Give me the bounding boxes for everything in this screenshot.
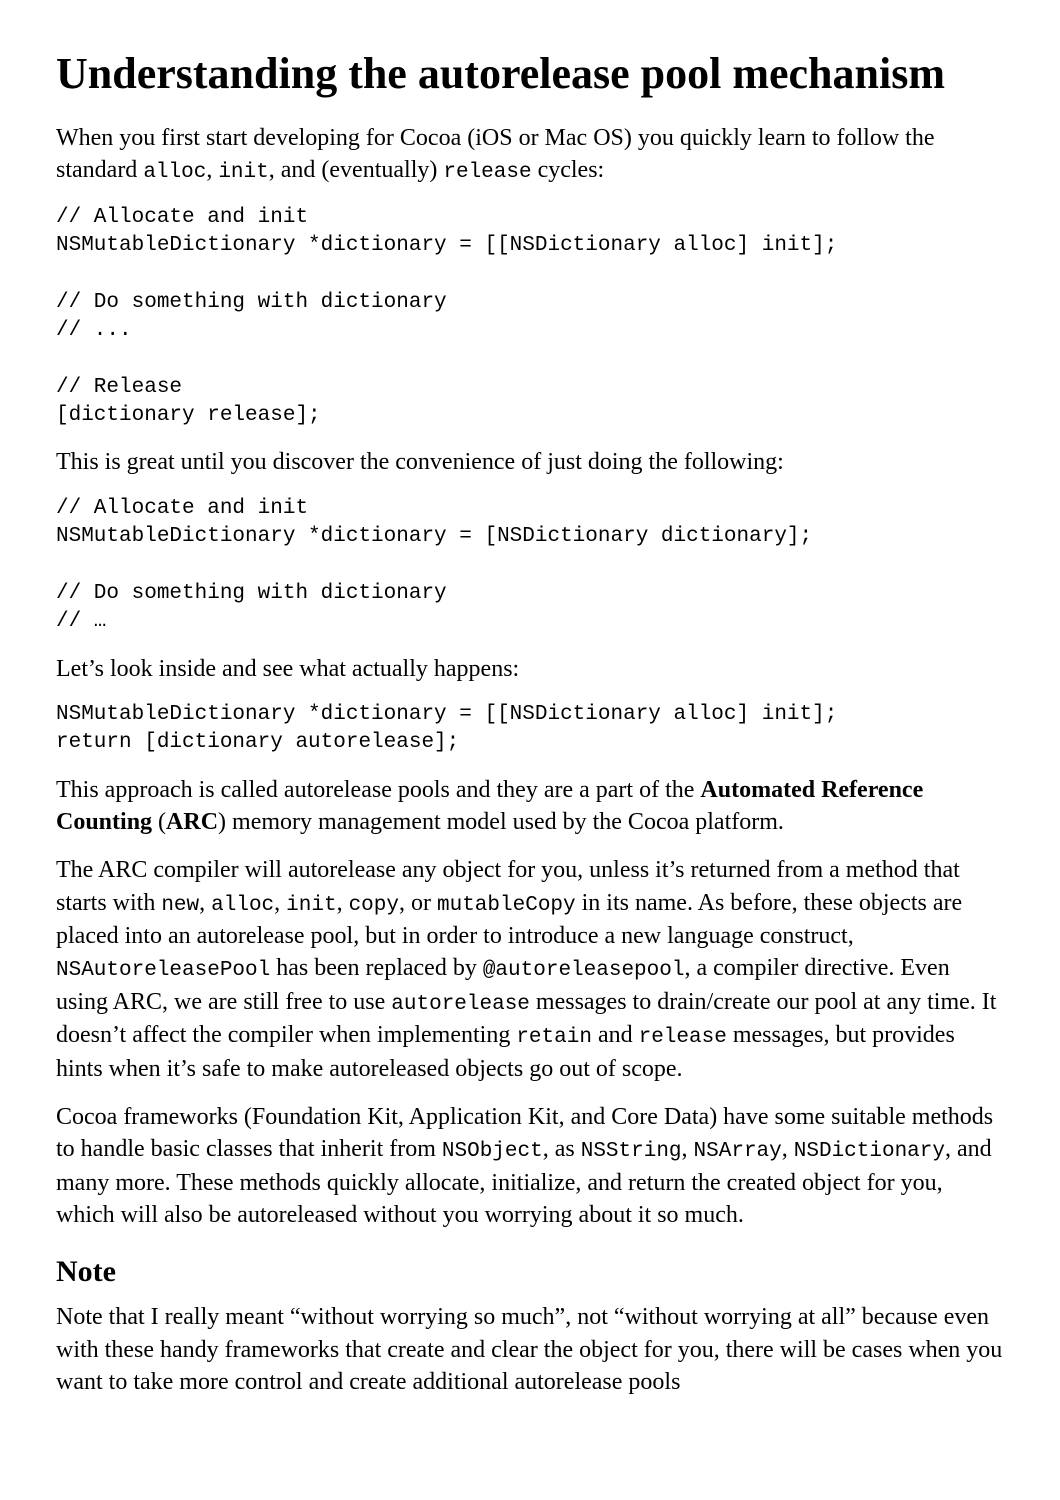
inline-code: release xyxy=(443,161,531,184)
paragraph: This is great until you discover the con… xyxy=(56,446,1004,478)
text: , xyxy=(206,157,218,183)
text: , as xyxy=(543,1136,581,1162)
inline-code: NSDictionary xyxy=(794,1140,945,1163)
text: , xyxy=(274,890,286,916)
code-block-convenience: // Allocate and init NSMutableDictionary… xyxy=(56,495,1004,637)
paragraph-frameworks: Cocoa frameworks (Foundation Kit, Applic… xyxy=(56,1101,1004,1232)
page-title: Understanding the autorelease pool mecha… xyxy=(56,48,1004,100)
inline-code: NSAutoreleasePool xyxy=(56,959,270,982)
inline-code: NSArray xyxy=(694,1140,782,1163)
text: , xyxy=(337,890,349,916)
text: , xyxy=(199,890,211,916)
inline-code: alloc xyxy=(211,894,274,917)
text: , or xyxy=(399,890,437,916)
inline-code: @autoreleasepool xyxy=(483,959,685,982)
text: , xyxy=(782,1136,794,1162)
paragraph-arc: This approach is called autorelease pool… xyxy=(56,774,1004,839)
text: ) memory management model used by the Co… xyxy=(218,809,784,835)
inline-code: init xyxy=(286,894,336,917)
bold-text: ARC xyxy=(166,809,218,835)
inline-code: init xyxy=(218,161,268,184)
code-block-autorelease: NSMutableDictionary *dictionary = [[NSDi… xyxy=(56,701,1004,758)
paragraph-intro: When you first start developing for Coco… xyxy=(56,122,1004,188)
inline-code: alloc xyxy=(143,161,206,184)
code-block-alloc-release: // Allocate and init NSMutableDictionary… xyxy=(56,204,1004,431)
note-heading: Note xyxy=(56,1255,1004,1289)
paragraph-arc-details: The ARC compiler will autorelease any ob… xyxy=(56,854,1004,1085)
inline-code: NSString xyxy=(581,1140,682,1163)
text: , and (eventually) xyxy=(269,157,444,183)
text: , xyxy=(682,1136,694,1162)
text: and xyxy=(592,1022,639,1048)
text: ( xyxy=(152,809,166,835)
text: cycles: xyxy=(532,157,605,183)
inline-code: NSObject xyxy=(442,1140,543,1163)
document-page: Understanding the autorelease pool mecha… xyxy=(0,0,1060,1399)
text: This approach is called autorelease pool… xyxy=(56,777,700,803)
text: has been replaced by xyxy=(270,955,483,981)
paragraph-note: Note that I really meant “without worryi… xyxy=(56,1301,1004,1398)
inline-code: copy xyxy=(349,894,399,917)
inline-code: mutableCopy xyxy=(437,894,576,917)
inline-code: release xyxy=(639,1026,727,1049)
inline-code: autorelease xyxy=(391,993,530,1016)
inline-code: new xyxy=(161,894,199,917)
paragraph: Let’s look inside and see what actually … xyxy=(56,653,1004,685)
inline-code: retain xyxy=(516,1026,592,1049)
